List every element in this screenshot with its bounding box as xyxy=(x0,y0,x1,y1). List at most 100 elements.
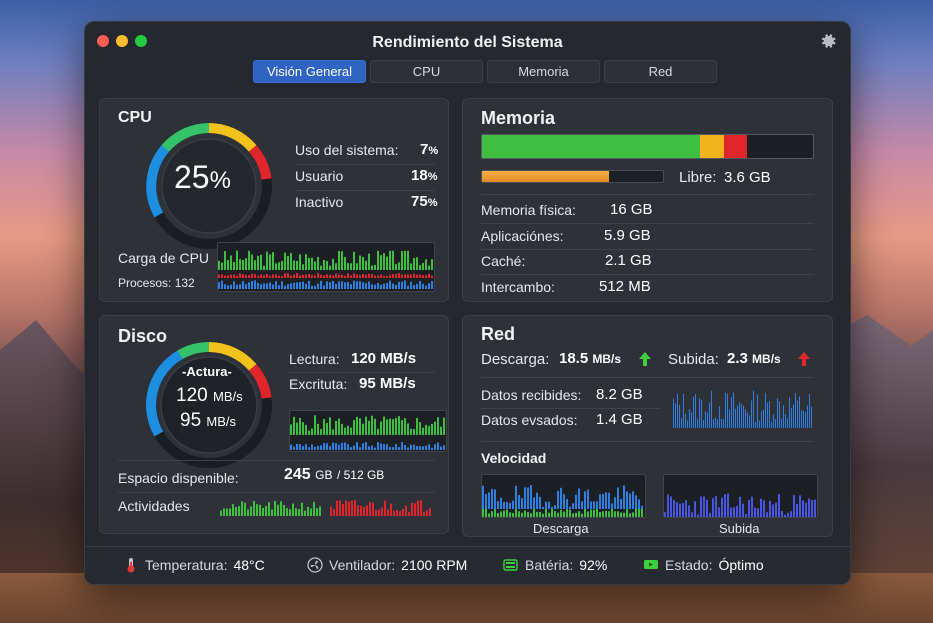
disk-io-bar xyxy=(320,445,322,450)
cpu-load-bar xyxy=(413,258,415,270)
disk-activity-bar xyxy=(363,506,365,516)
upload-speed-bar xyxy=(697,514,699,517)
cpu-load-bar xyxy=(374,275,376,278)
disk-io-bar xyxy=(371,415,373,435)
cpu-load-bar xyxy=(314,261,316,270)
network-traffic-bar xyxy=(747,412,748,428)
download-speed-bar xyxy=(530,513,532,517)
network-download-label: Descarga: xyxy=(481,351,550,368)
cpu-load-bar xyxy=(389,274,391,278)
network-traffic-bar xyxy=(793,404,794,428)
disk-activity-bar xyxy=(247,509,249,516)
disk-io-bar xyxy=(326,422,328,435)
disk-activity-bar xyxy=(268,502,270,516)
cpu-load-bar xyxy=(266,273,268,278)
tab-cpu[interactable]: CPU xyxy=(370,60,483,83)
tab-network[interactable]: Red xyxy=(604,60,717,83)
download-speed-bar xyxy=(629,493,631,509)
download-speed-bar xyxy=(623,512,625,517)
system-status: Estado: Óptimo xyxy=(643,557,764,573)
cpu-load-bar xyxy=(401,251,403,270)
network-traffic-bar xyxy=(803,410,804,428)
cpu-load-bar xyxy=(284,252,286,270)
disk-activity-bar xyxy=(229,508,231,516)
cpu-user-label: Usuario xyxy=(295,168,344,184)
disk-io-bar xyxy=(356,442,358,450)
download-speed-chart xyxy=(481,474,646,518)
cpu-load-bar xyxy=(383,275,385,278)
network-traffic-bar xyxy=(695,394,696,428)
upload-speed-bar xyxy=(667,494,669,517)
cpu-load-bar xyxy=(275,281,277,289)
disk-activity-bar xyxy=(280,501,282,516)
upload-speed-bar xyxy=(814,499,816,517)
upload-speed-bar xyxy=(733,507,735,517)
network-traffic-bar xyxy=(785,414,786,428)
upload-speed-bar xyxy=(778,493,780,517)
disk-activity-bar xyxy=(390,503,392,516)
download-speed-bar xyxy=(500,497,502,509)
upload-speed-bar xyxy=(793,495,795,517)
cpu-load-bar xyxy=(284,285,286,289)
download-speed-bar xyxy=(515,485,517,509)
cpu-load-bar xyxy=(272,284,274,289)
cpu-load-bar xyxy=(290,283,292,289)
disk-io-bar xyxy=(401,420,403,435)
cpu-load-bar xyxy=(356,281,358,289)
network-traffic-bar xyxy=(807,405,808,428)
tab-overview[interactable]: Visión General xyxy=(253,60,366,83)
network-traffic-bar xyxy=(673,398,674,428)
disk-gauge-caption: -Actura- xyxy=(182,364,232,379)
cpu-load-bar xyxy=(410,281,412,289)
network-traffic-bar xyxy=(791,407,792,428)
disk-io-bar xyxy=(338,444,340,450)
cpu-load-bar xyxy=(266,251,268,270)
cpu-load-bar xyxy=(413,284,415,289)
upload-speed-bar xyxy=(754,507,756,517)
download-speed-bar xyxy=(638,508,640,517)
cpu-load-bar xyxy=(416,257,418,270)
cpu-load-bar xyxy=(263,275,265,278)
download-speed-bar xyxy=(527,512,529,517)
upload-speed-bar xyxy=(766,512,768,517)
cpu-load-bar xyxy=(419,274,421,278)
disk-io-bar xyxy=(329,446,331,450)
divider xyxy=(118,492,435,493)
cpu-load-bar xyxy=(263,265,265,270)
cpu-load-bar xyxy=(431,280,433,289)
disk-panel: Disco -Actura- 120 MB/s 95 MB/s Lectura:… xyxy=(99,315,449,534)
network-traffic-bar xyxy=(725,392,726,428)
cpu-load-bar xyxy=(311,257,313,270)
download-speed-bar xyxy=(578,511,580,517)
cpu-load-bar xyxy=(359,275,361,278)
upload-speed-bar xyxy=(787,512,789,517)
disk-io-bar xyxy=(392,447,394,450)
disk-io-bar xyxy=(293,446,295,450)
cpu-load-bar xyxy=(368,253,370,270)
disk-activity-bar xyxy=(295,508,297,516)
tab-memory[interactable]: Memoria xyxy=(487,60,600,83)
cpu-load-bar xyxy=(332,275,334,278)
network-traffic-bar xyxy=(777,398,778,428)
cpu-load-bar xyxy=(371,284,373,289)
disk-activity-bar xyxy=(399,511,401,516)
battery-value: 92% xyxy=(579,557,608,573)
network-received-label: Datos recibides: xyxy=(481,387,582,403)
disk-activity-bar xyxy=(348,501,350,516)
upload-speed-bar xyxy=(679,503,681,517)
cpu-load-bar xyxy=(278,285,280,289)
network-traffic-bar xyxy=(675,403,676,428)
disk-io-bar xyxy=(347,444,349,450)
cpu-load-bar xyxy=(251,273,253,278)
disk-activity-bar xyxy=(298,509,300,516)
disk-io-bar xyxy=(362,423,364,435)
cpu-load-bar xyxy=(422,275,424,278)
gear-icon[interactable] xyxy=(816,30,838,52)
disk-activity-bar xyxy=(378,509,380,516)
title-bar: Rendimiento del Sistema xyxy=(85,22,850,64)
upload-speed-bar xyxy=(706,499,708,517)
cpu-load-bar xyxy=(320,274,322,278)
disk-activity-bar xyxy=(408,511,410,516)
disk-io-bar xyxy=(332,442,334,450)
disk-io-bar xyxy=(380,421,382,435)
